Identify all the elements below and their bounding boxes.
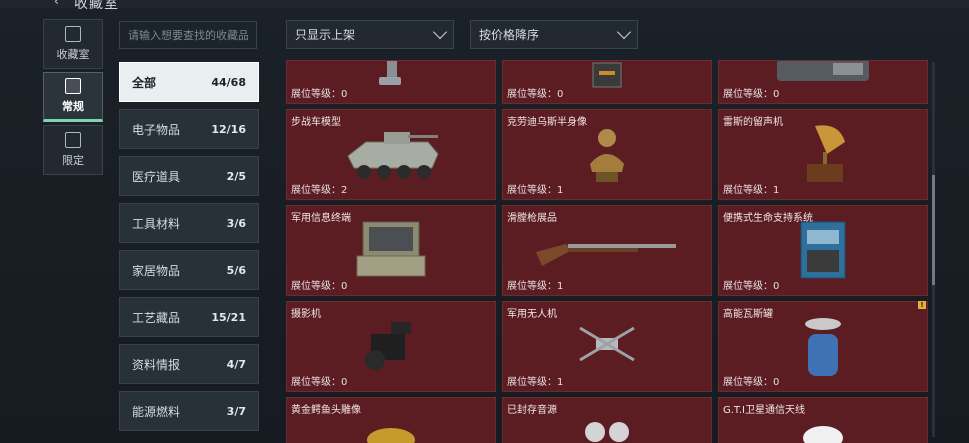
collection-card[interactable]: 雷斯的留声机 展位等级：1 — [718, 109, 928, 200]
antenna-icon — [803, 426, 843, 443]
back-icon[interactable]: ‹ — [54, 0, 59, 8]
collection-card[interactable]: 便携式生命支持系统 展位等级：0 — [718, 205, 928, 296]
rail-tab-label: 收藏室 — [56, 48, 90, 61]
header-bar: ‹ 收藏室 — [0, 0, 969, 12]
page-title: 收藏室 — [74, 0, 119, 12]
grid-scrollbar-thumb[interactable] — [932, 175, 935, 285]
collection-card[interactable]: 展位等级：0 — [718, 60, 928, 104]
collection-card[interactable]: 展位等级：0 — [502, 60, 712, 104]
category-all[interactable]: 全部 44/68 — [119, 62, 259, 102]
collection-card[interactable]: 克劳迪乌斯半身像 展位等级：1 — [502, 109, 712, 200]
collection-card[interactable]: 滑膛枪展品 展位等级：1 — [502, 205, 712, 296]
display-level: 展位等级：0 — [723, 281, 780, 292]
display-level: 展位等级：0 — [723, 377, 780, 388]
display-level: 展位等级：1 — [507, 185, 564, 196]
life-support-icon — [800, 221, 846, 279]
category-energy[interactable]: 能源燃料 3/7 — [119, 391, 259, 431]
search-input[interactable] — [119, 21, 257, 49]
category-crafts[interactable]: 工艺藏品 15/21 — [119, 297, 259, 337]
drone-icon — [579, 326, 635, 362]
category-label: 医疗道具 — [132, 169, 181, 184]
collection-card[interactable]: 展位等级：0 — [286, 60, 496, 104]
item-name: 步战车模型 — [291, 117, 341, 128]
sort-dropdown[interactable]: 按价格降序 — [470, 20, 638, 49]
category-count: 12/16 — [211, 122, 246, 136]
collection-card[interactable]: 高能瓦斯罐 展位等级：0 — [718, 301, 928, 392]
terminal-case-icon — [356, 221, 426, 277]
archive-icon — [65, 26, 81, 42]
radio-box-icon — [592, 62, 622, 88]
shelf-filter-dropdown[interactable]: 只显示上架 — [286, 20, 454, 49]
category-count: 5/6 — [226, 263, 246, 277]
item-name: 摄影机 — [291, 309, 321, 320]
ifv-model-icon — [347, 132, 439, 179]
rail-tab-limited[interactable]: 限定 — [43, 125, 103, 175]
item-name: 军用无人机 — [507, 309, 557, 320]
category-count: 15/21 — [211, 310, 246, 324]
item-name: 克劳迪乌斯半身像 — [507, 117, 587, 128]
category-household[interactable]: 家居物品 5/6 — [119, 250, 259, 290]
device-icon — [777, 61, 869, 81]
item-name: 军用信息终端 — [291, 213, 351, 224]
gramophone-icon — [807, 125, 845, 182]
display-level: 展位等级：2 — [291, 185, 348, 196]
category-label: 资料情报 — [132, 357, 181, 372]
rail-tab-collection-room[interactable]: 收藏室 — [43, 19, 103, 69]
bust-icon — [590, 129, 624, 182]
camera-icon — [365, 322, 411, 370]
category-label: 家居物品 — [132, 263, 181, 278]
collection-card[interactable]: 步战车模型 展位等级：2 — [286, 109, 496, 200]
category-count: 2/5 — [226, 169, 246, 183]
chevron-down-icon — [616, 24, 632, 40]
collection-card[interactable]: 黄金鳄鱼头雕像 — [286, 397, 496, 443]
category-count: 3/7 — [226, 404, 246, 418]
category-label: 电子物品 — [132, 122, 181, 137]
boot-icon — [379, 61, 401, 85]
item-name: 已封存音源 — [507, 405, 557, 416]
category-electronics[interactable]: 电子物品 12/16 — [119, 109, 259, 149]
dropdown-value: 按价格降序 — [479, 28, 540, 42]
document-icon — [65, 78, 81, 94]
rail-tab-label: 限定 — [62, 154, 84, 167]
dropdown-value: 只显示上架 — [295, 28, 356, 42]
collection-card[interactable]: G.T.I卫星通信天线 — [718, 397, 928, 443]
item-name: 高能瓦斯罐 — [723, 309, 773, 320]
musket-icon — [536, 244, 676, 266]
category-tools[interactable]: 工具材料 3/6 — [119, 203, 259, 243]
item-name: 黄金鳄鱼头雕像 — [291, 405, 361, 416]
collection-card[interactable]: 已封存音源 — [502, 397, 712, 443]
collection-card[interactable]: 军用无人机 展位等级：1 — [502, 301, 712, 392]
item-name: G.T.I卫星通信天线 — [723, 405, 805, 416]
gas-canister-icon — [805, 318, 841, 376]
category-intel[interactable]: 资料情报 4/7 — [119, 344, 259, 384]
category-label: 全部 — [132, 75, 157, 90]
display-level: 展位等级：1 — [723, 185, 780, 196]
rail-tab-regular[interactable]: 常规 — [43, 72, 103, 122]
new-badge-icon: ! — [918, 301, 926, 309]
category-count: 3/6 — [226, 216, 246, 230]
category-count: 4/7 — [226, 357, 246, 371]
display-level: 展位等级：1 — [507, 377, 564, 388]
picture-icon — [65, 132, 81, 148]
category-label: 工具材料 — [132, 216, 181, 231]
item-name: 滑膛枪展品 — [507, 213, 557, 224]
collection-card[interactable]: 军用信息终端 展位等级：0 — [286, 205, 496, 296]
collection-card[interactable]: 摄影机 展位等级：0 — [286, 301, 496, 392]
item-name: 雷斯的留声机 — [723, 117, 783, 128]
category-label: 工艺藏品 — [132, 310, 181, 325]
display-level: 展位等级：0 — [291, 89, 348, 100]
display-level: 展位等级：0 — [507, 89, 564, 100]
category-count: 44/68 — [211, 75, 246, 89]
collection-grid: 展位等级：0 展位等级：0 展位等级：0 步战车模型 展位等级：2 克劳迪乌斯半… — [286, 60, 928, 443]
rail-tab-label: 常规 — [62, 100, 84, 113]
category-medical[interactable]: 医疗道具 2/5 — [119, 156, 259, 196]
display-level: 展位等级：0 — [291, 377, 348, 388]
chevron-down-icon — [432, 24, 448, 40]
display-level: 展位等级：1 — [507, 281, 564, 292]
reel-icon — [585, 422, 629, 442]
display-level: 展位等级：0 — [723, 89, 780, 100]
croc-statue-icon — [367, 428, 415, 443]
category-label: 能源燃料 — [132, 404, 181, 419]
display-level: 展位等级：0 — [291, 281, 348, 292]
